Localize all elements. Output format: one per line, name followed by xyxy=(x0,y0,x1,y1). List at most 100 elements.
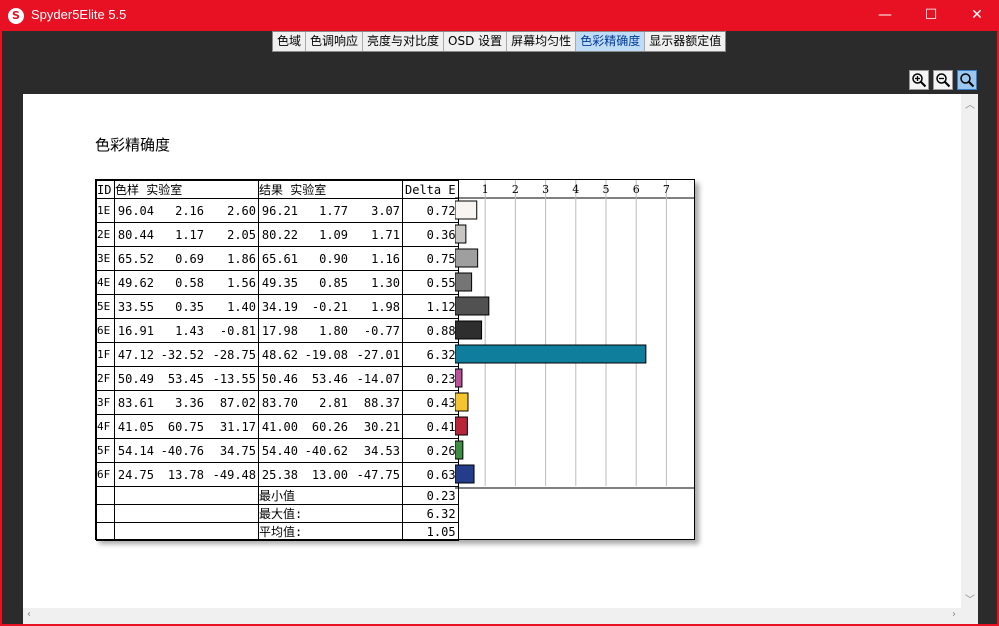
zoom-in-button[interactable] xyxy=(909,70,929,90)
result-L-value: 34.19 xyxy=(261,299,298,314)
maximize-button[interactable]: ☐ xyxy=(908,0,954,31)
spyder-app-icon: S xyxy=(8,8,24,24)
x-tick-label: 2 xyxy=(512,183,519,196)
table-row: 4F 41.05 60.75 31.17 41.00 60.26 30.21 0.41 xyxy=(96,414,459,439)
tab-color-accuracy[interactable]: 色彩精确度 xyxy=(576,32,646,51)
sample-b-value: 34.75 xyxy=(219,443,256,458)
result-a-value: 13.00 xyxy=(311,467,348,482)
vertical-scrollbar[interactable]: ︿ ﹀ xyxy=(961,94,978,608)
sample-lab-cell: 33.55 0.35 1.40 xyxy=(114,294,259,319)
sample-b-value: 2.05 xyxy=(227,227,256,242)
result-lab-cell: 50.46 53.46 -14.07 xyxy=(258,366,403,391)
tab-screen-uniformity[interactable]: 屏幕均匀性 xyxy=(507,32,577,51)
tab-tone-response[interactable]: 色调响应 xyxy=(306,32,364,51)
sample-lab-values: 80.44 1.17 2.05 xyxy=(116,224,258,246)
tab-osd-settings[interactable]: OSD 设置 xyxy=(444,32,508,51)
result-L-value: 41.00 xyxy=(261,419,298,434)
delta-e-value: 0.41 xyxy=(402,414,459,439)
bar-4F xyxy=(455,416,468,436)
close-button[interactable]: ✕ xyxy=(954,0,999,31)
result-L-value: 65.61 xyxy=(261,251,298,266)
tab-gamut[interactable]: 色域 xyxy=(273,32,307,51)
sample-L-value: 83.61 xyxy=(117,395,154,410)
zoom-fit-button[interactable] xyxy=(957,70,977,90)
bar-3E xyxy=(455,248,479,268)
tab-display-rating[interactable]: 显示器额定值 xyxy=(645,32,725,51)
row-id: 3E xyxy=(96,246,115,271)
table-row: 2F 50.49 53.45 -13.55 50.46 53.46 -14.07 0.23 xyxy=(96,366,459,391)
bar-2E xyxy=(455,224,467,244)
summary-row: 平均值: 1.05 xyxy=(96,522,459,541)
delta-e-value: 0.26 xyxy=(402,438,459,463)
horizontal-scrollbar[interactable]: ‹ › xyxy=(23,608,978,624)
sample-L-value: 80.44 xyxy=(117,227,154,242)
x-tick-label: 4 xyxy=(572,183,579,196)
bar-6E xyxy=(455,320,483,340)
result-lab-values: 25.38 13.00 -47.75 xyxy=(260,464,402,486)
row-id: 5E xyxy=(96,294,115,319)
result-b-value: 30.21 xyxy=(363,419,400,434)
sample-a-value: 13.78 xyxy=(167,467,204,482)
result-lab-values: 96.21 1.77 3.07 xyxy=(260,200,402,222)
title-bar: S Spyder5Elite 5.5 — ☐ ✕ xyxy=(0,0,999,31)
tab-brightness-contrast[interactable]: 亮度与对比度 xyxy=(363,32,445,51)
sample-b-value: -49.48 xyxy=(212,467,256,482)
row-id: 1F xyxy=(96,342,115,367)
x-tick-label: 6 xyxy=(633,183,640,196)
row-id: 3F xyxy=(96,390,115,415)
sample-a-value: 0.35 xyxy=(175,299,204,314)
scroll-up-icon[interactable]: ︿ xyxy=(965,96,975,111)
bar-6F xyxy=(455,464,475,484)
table-row: 3F 83.61 3.36 87.02 83.70 2.81 88.37 0.43 xyxy=(96,390,459,415)
scroll-right-icon[interactable]: › xyxy=(952,609,956,620)
header-id: ID xyxy=(96,180,115,199)
result-b-value: -0.77 xyxy=(363,323,400,338)
result-b-value: -14.07 xyxy=(356,371,400,386)
delta-e-value: 0.55 xyxy=(402,270,459,295)
result-lab-cell: 96.21 1.77 3.07 xyxy=(258,198,403,223)
sample-lab-cell: 16.91 1.43 -0.81 xyxy=(114,318,259,343)
delta-e-value: 1.12 xyxy=(402,294,459,319)
sample-a-value: 0.58 xyxy=(175,275,204,290)
summary-value: 0.23 xyxy=(402,486,459,505)
result-a-value: -19.08 xyxy=(304,347,348,362)
summary-blank xyxy=(96,486,115,505)
result-L-value: 48.62 xyxy=(261,347,298,362)
scroll-down-icon[interactable]: ﹀ xyxy=(965,591,975,606)
table-row: 5E 33.55 0.35 1.40 34.19 -0.21 1.98 1.12 xyxy=(96,294,459,319)
sample-lab-cell: 41.05 60.75 31.17 xyxy=(114,414,259,439)
x-tick-label: 3 xyxy=(542,183,549,196)
sample-L-value: 24.75 xyxy=(117,467,154,482)
scroll-left-icon[interactable]: ‹ xyxy=(27,609,31,620)
result-b-value: 1.98 xyxy=(371,299,400,314)
result-lab-values: 50.46 53.46 -14.07 xyxy=(260,368,402,390)
zoom-fit-icon xyxy=(960,73,975,88)
result-lab-values: 34.19 -0.21 1.98 xyxy=(260,296,402,318)
row-id: 6F xyxy=(96,462,115,487)
x-tick-label: 7 xyxy=(663,183,670,196)
result-a-value: 1.09 xyxy=(319,227,348,242)
sample-b-value: 2.60 xyxy=(227,203,256,218)
result-a-value: 1.77 xyxy=(319,203,348,218)
result-lab-values: 83.70 2.81 88.37 xyxy=(260,392,402,414)
row-id: 4E xyxy=(96,270,115,295)
result-L-value: 83.70 xyxy=(261,395,298,410)
result-lab-values: 41.00 60.26 30.21 xyxy=(260,416,402,438)
result-lab-values: 48.62 -19.08 -27.01 xyxy=(260,344,402,366)
zoom-out-button[interactable] xyxy=(933,70,953,90)
result-a-value: 1.80 xyxy=(319,323,348,338)
summary-label: 平均值: xyxy=(258,522,403,541)
sample-L-value: 16.91 xyxy=(117,323,154,338)
minimize-button[interactable]: — xyxy=(862,0,908,31)
result-lab-cell: 41.00 60.26 30.21 xyxy=(258,414,403,439)
bar-1E xyxy=(455,200,478,220)
table-row: 5F 54.14 -40.76 34.75 54.40 -40.62 34.53 0.26 xyxy=(96,438,459,463)
result-a-value: 60.26 xyxy=(311,419,348,434)
window-title: Spyder5Elite 5.5 xyxy=(31,7,127,22)
sample-b-value: -13.55 xyxy=(212,371,256,386)
result-lab-values: 54.40 -40.62 34.53 xyxy=(260,440,402,462)
color-accuracy-report: ID 色样 实验室 结果 实验室 Delta E 1E 96.04 2.16 2.60… xyxy=(95,179,695,541)
sample-a-value: 2.16 xyxy=(175,203,204,218)
delta-e-chart-svg: 1 2 3 4 5 6 7 xyxy=(455,180,695,489)
delta-e-value: 0.36 xyxy=(402,222,459,247)
